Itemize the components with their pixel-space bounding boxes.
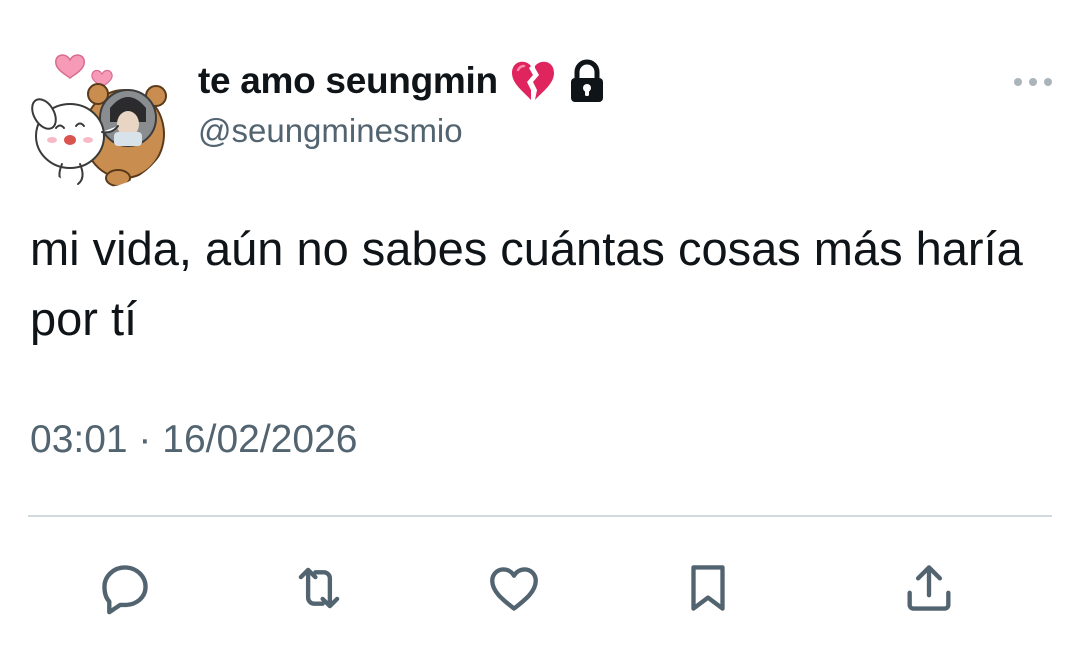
more-options-button[interactable] — [1010, 66, 1056, 98]
share-button[interactable] — [897, 556, 961, 620]
avatar-sticker-image — [31, 54, 167, 187]
retweet-icon — [298, 567, 340, 609]
bookmark-button[interactable] — [676, 556, 740, 620]
avatar[interactable] — [22, 36, 174, 188]
like-button[interactable] — [482, 556, 546, 620]
retweet-button[interactable] — [287, 556, 351, 620]
tweet-card: te amo seungmin @seungminesmio mi vida, … — [0, 0, 1080, 660]
lock-icon — [568, 59, 606, 103]
share-icon — [907, 565, 951, 611]
bookmark-icon — [691, 565, 725, 611]
display-name[interactable]: te amo seungmin — [198, 60, 498, 102]
tweet-timestamp[interactable]: 03:01 · 16/02/2026 — [30, 418, 357, 462]
tweet-text: mi vida, aún no sabes cuántas cosas más … — [30, 222, 1023, 345]
broken-heart-icon — [510, 60, 556, 102]
author-name-row: te amo seungmin — [198, 52, 606, 110]
like-icon — [490, 567, 538, 611]
reply-icon — [102, 565, 148, 615]
author-handle[interactable]: @seungminesmio — [198, 112, 463, 150]
divider — [28, 515, 1052, 517]
reply-button[interactable] — [93, 556, 157, 620]
more-dots-icon — [1014, 78, 1052, 86]
